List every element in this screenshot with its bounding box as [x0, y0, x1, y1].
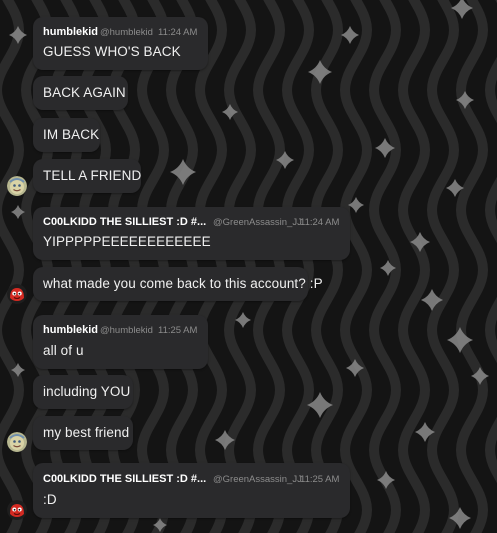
username[interactable]: humblekid — [43, 26, 98, 38]
message-bubble[interactable]: humblekid @humblekid 11:25 AM all of u — [33, 315, 208, 369]
message-bubble[interactable]: humblekid @humblekid 11:24 AM GUESS WHO'… — [33, 17, 208, 70]
user-handle: @humblekid — [100, 27, 153, 38]
user-handle: @GreenAssassin_JJ — [213, 217, 302, 228]
red-creature-avatar-icon[interactable] — [7, 500, 27, 520]
message-bubble[interactable]: my best friend — [33, 416, 133, 450]
username[interactable]: humblekid — [43, 324, 98, 336]
message-bubble[interactable]: C00LKIDD THE SILLIEST :D #... @GreenAssa… — [33, 463, 350, 518]
message-text: TELL A FRIEND — [43, 168, 142, 183]
message-text: what made you come back to this account?… — [43, 276, 323, 291]
timestamp: 11:24 AM — [158, 27, 198, 38]
message-bubble[interactable]: TELL A FRIEND — [33, 159, 141, 193]
message-text: all of u — [43, 343, 84, 358]
message-text: my best friend — [43, 425, 130, 440]
user-handle: @GreenAssassin_JJ — [213, 474, 302, 485]
cartoon-face-avatar-icon[interactable] — [7, 176, 27, 196]
message-text: including YOU — [43, 384, 131, 399]
timestamp: 11:25 AM — [300, 474, 340, 485]
message-bubble[interactable]: BACK AGAIN — [33, 76, 128, 110]
message-bubble[interactable]: IM BACK — [33, 118, 100, 152]
message-text: GUESS WHO'S BACK — [43, 44, 181, 59]
cartoon-face-avatar-icon[interactable] — [7, 432, 27, 452]
message-text: YIPPPPPEEEEEEEEEEEE — [43, 234, 211, 249]
message-text: IM BACK — [43, 127, 100, 142]
timestamp: 11:25 AM — [158, 325, 198, 336]
message-bubble[interactable]: what made you come back to this account?… — [33, 267, 323, 301]
username[interactable]: C00LKIDD THE SILLIEST :D #... — [43, 216, 206, 228]
chat-log: humblekid @humblekid 11:24 AM GUESS WHO'… — [0, 0, 497, 533]
username[interactable]: C00LKIDD THE SILLIEST :D #... — [43, 473, 206, 485]
red-creature-avatar-icon[interactable] — [7, 284, 27, 304]
message-text: :D — [43, 492, 57, 507]
message-bubble[interactable]: including YOU — [33, 375, 133, 409]
message-text: BACK AGAIN — [43, 85, 126, 100]
timestamp: 11:24 AM — [300, 217, 340, 228]
user-handle: @humblekid — [100, 325, 153, 336]
message-bubble[interactable]: C00LKIDD THE SILLIEST :D #... @GreenAssa… — [33, 207, 350, 260]
